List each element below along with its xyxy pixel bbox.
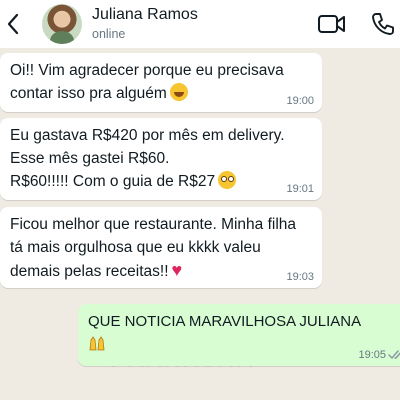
contact-avatar[interactable]	[42, 4, 82, 44]
message-time: 19:03	[286, 271, 314, 283]
message-text-line: tá mais orgulhosa que eu kkkk valeu	[10, 239, 261, 256]
contact-status: online	[92, 27, 126, 41]
read-ticks-icon	[388, 350, 400, 360]
message-text-line: demais pelas receitas!!	[10, 263, 169, 280]
chevron-left-icon	[7, 13, 19, 35]
message-text-line: Esse mês gastei R$60.	[10, 150, 170, 167]
message-time: 19:05	[358, 349, 386, 361]
message-bubble-incoming[interactable]: Eu gastava R$420 por mês em delivery. Es…	[0, 118, 322, 200]
laughing-emoji-icon	[169, 83, 188, 101]
message-text-line: Eu gastava R$420 por mês em delivery.	[10, 127, 285, 144]
phone-icon[interactable]	[370, 11, 396, 37]
message-bubble-outgoing[interactable]: QUE NOTICIA MARAVILHOSA JULIANA 19:05	[78, 304, 400, 366]
flushed-emoji-icon	[218, 171, 237, 189]
red-heart-emoji-icon: ♥	[171, 260, 183, 280]
message-time: 19:00	[286, 95, 314, 107]
raising-hands-emoji-icon	[89, 336, 105, 351]
message-text-line: Ficou melhor que restaurante. Minha filh…	[10, 216, 297, 233]
message-text-line: contar isso pra alguém	[10, 85, 167, 102]
message-text-line: QUE NOTICIA MARAVILHOSA JULIANA	[88, 313, 362, 330]
message-time: 19:01	[286, 183, 314, 195]
contact-name[interactable]: Juliana Ramos	[92, 6, 198, 24]
chat-header: Juliana Ramos online	[0, 0, 400, 48]
message-text-line: R$60!!!!! Com o guia de R$27	[10, 173, 216, 190]
video-call-icon[interactable]	[317, 12, 347, 36]
message-bubble-incoming[interactable]: Ficou melhor que restaurante. Minha filh…	[0, 207, 322, 288]
back-button[interactable]	[2, 10, 24, 38]
message-bubble-incoming[interactable]: Oi!! Vim agradecer porque eu precisava c…	[0, 53, 322, 112]
message-text-line: Oi!! Vim agradecer porque eu precisava	[10, 62, 284, 79]
